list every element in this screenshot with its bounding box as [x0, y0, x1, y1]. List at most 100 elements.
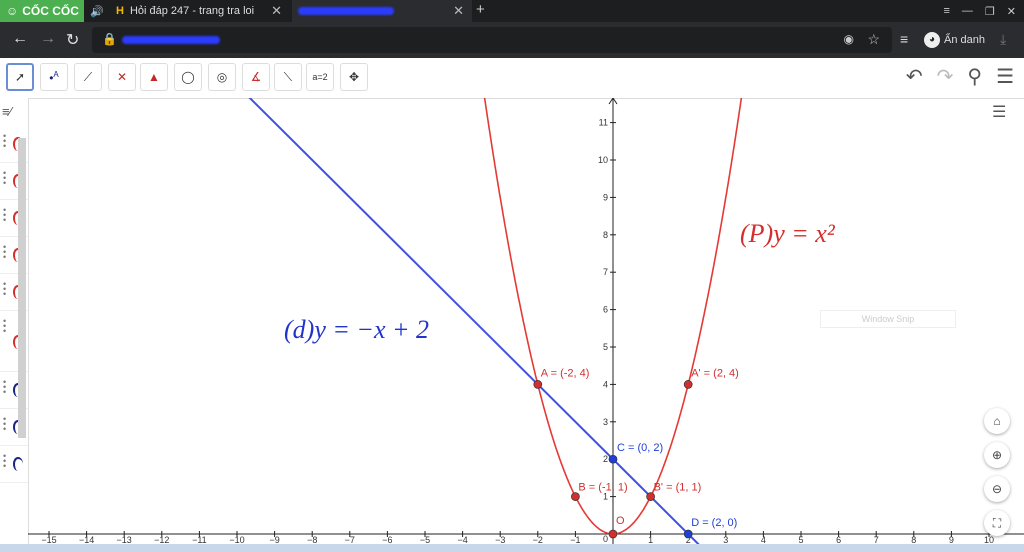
close-icon[interactable]: ✕	[453, 3, 464, 19]
tab-audio[interactable]: 🔊	[86, 0, 108, 22]
close-icon[interactable]: ✕	[271, 3, 282, 19]
y-tick-label: 3	[603, 417, 608, 427]
x-tick-label: −14	[79, 535, 94, 544]
perpendicular-tool-button[interactable]: ✕	[108, 63, 136, 91]
slider-icon: a=2	[312, 72, 328, 82]
geogebra-toolbar: ➚ •A ⟋ ✕ ▲ ◯ ◎ ∡ ⟍ a=2 ✥ ↶ ↷ ⚲ ☰	[0, 58, 1024, 99]
x-tick-label: −2	[533, 535, 543, 544]
zoom-out-button[interactable]: ⊖	[984, 476, 1010, 502]
browser-brand-button[interactable]: ☺ CỐC CỐC	[0, 0, 84, 22]
tab-hoidap247[interactable]: H Hỏi đáp 247 - trang tra loi ✕	[110, 0, 290, 22]
tab-active[interactable]: ✕	[292, 0, 472, 22]
move-arrows-icon: ✥	[348, 70, 360, 84]
x-tick-label: −10	[229, 535, 244, 544]
incognito-badge[interactable]: ◕ Ẩn danh	[924, 28, 988, 52]
drag-handle-icon[interactable]: • • •	[3, 243, 6, 262]
drag-handle-icon[interactable]: • • •	[3, 378, 6, 397]
home-icon: ⌂	[993, 414, 1001, 428]
circle-tool-button[interactable]: ◯	[174, 63, 202, 91]
search-icon[interactable]: ⚲	[967, 64, 982, 89]
point-marker[interactable]	[608, 454, 618, 464]
browser-brand-label: CỐC CỐC	[22, 4, 79, 18]
algebra-row[interactable]: • • •	[0, 446, 28, 483]
y-tick-label: 5	[603, 342, 608, 352]
y-tick-label: 7	[603, 267, 608, 277]
algebra-view: ≡∕ • • • • • • • • • • • • • • • • • • • • • • • • • • •	[0, 98, 29, 552]
fullscreen-icon: ⛶	[992, 515, 1002, 530]
slider-tool-button[interactable]: a=2	[306, 63, 334, 91]
incognito-label: Ẩn danh	[944, 34, 985, 46]
point-marker[interactable]	[533, 380, 543, 389]
x-tick-label: −11	[192, 535, 207, 544]
move-view-tool-button[interactable]: ✥	[340, 63, 368, 91]
point-label: A = (-2, 4)	[541, 367, 590, 379]
conic-tool-button[interactable]: ◎	[208, 63, 236, 91]
redacted-url	[122, 36, 220, 44]
angle-icon: ∡	[250, 70, 262, 84]
point-marker[interactable]	[571, 492, 580, 501]
fullscreen-button[interactable]: ⛶	[984, 510, 1010, 536]
style-bar-toggle-icon[interactable]: ☰	[992, 102, 1018, 126]
incognito-icon: ◕	[924, 32, 940, 48]
url-field[interactable]: 🔒 ◉ ☆	[92, 27, 892, 53]
x-tick-label: −9	[269, 535, 279, 544]
point-label: O	[616, 515, 625, 527]
point-marker[interactable]	[646, 492, 655, 501]
new-tab-icon[interactable]: +	[476, 1, 485, 18]
redacted-title	[298, 7, 394, 15]
point-marker[interactable]	[608, 529, 618, 539]
point-marker[interactable]	[683, 380, 693, 389]
move-tool-button[interactable]: ➚	[6, 63, 34, 91]
playlist-icon[interactable]: ≡	[900, 31, 908, 47]
menu-icon[interactable]: ☰	[996, 64, 1014, 89]
x-tick-label: 6	[836, 535, 841, 544]
x-tick-label: −6	[382, 535, 392, 544]
home-view-button[interactable]: ⌂	[984, 408, 1010, 434]
eye-off-icon[interactable]: ◉	[844, 32, 854, 46]
drag-handle-icon[interactable]: • • •	[3, 206, 6, 225]
angle-tool-button[interactable]: ∡	[242, 63, 270, 91]
drag-handle-icon[interactable]: • • •	[3, 415, 6, 434]
x-tick-label: −15	[41, 535, 56, 544]
reflect-tool-button[interactable]: ⟍	[274, 63, 302, 91]
drag-handle-icon[interactable]: • • •	[3, 280, 6, 299]
polygon-tool-button[interactable]: ▲	[140, 63, 168, 91]
drag-handle-icon[interactable]: • • •	[3, 169, 6, 188]
polygon-icon: ▲	[148, 70, 160, 84]
undo-icon[interactable]: ↶	[906, 64, 923, 89]
download-icon[interactable]: ⤓	[1000, 31, 1006, 48]
line-tool-button[interactable]: ⟋	[74, 63, 102, 91]
maximize-icon[interactable]: ❐	[985, 5, 995, 18]
blue-visibility-icon[interactable]	[13, 457, 23, 471]
x-tick-label: 3	[723, 535, 728, 544]
point-label: A' = (2, 4)	[691, 367, 739, 379]
origin-tick-label: 0	[603, 534, 608, 544]
back-arrow-icon[interactable]: ←	[12, 30, 28, 48]
circle-icon: ◯	[181, 70, 195, 84]
drag-handle-icon[interactable]: • • •	[3, 317, 6, 336]
browser-tab-strip: ☺ CỐC CỐC 🔊 H Hỏi đáp 247 - trang tra lo…	[0, 0, 1024, 22]
tab-search-icon[interactable]: ≡	[943, 5, 949, 17]
reload-icon[interactable]: ↻	[66, 30, 79, 50]
cursor-arrow-icon: ➚	[14, 70, 26, 84]
x-tick-label: −7	[345, 535, 355, 544]
x-tick-label: −13	[117, 535, 132, 544]
point-label: B = (-1, 1)	[578, 482, 627, 494]
line-equation-label: (d)y = −x + 2	[284, 315, 429, 344]
drag-handle-icon[interactable]: • • •	[3, 132, 6, 151]
algebra-scrollbar[interactable]	[18, 138, 26, 438]
algebra-toggle-icon[interactable]: ≡∕	[2, 104, 12, 119]
coccoc-logo-icon: ☺	[6, 4, 19, 18]
zoom-in-button[interactable]: ⊕	[984, 442, 1010, 468]
star-icon[interactable]: ☆	[867, 31, 880, 48]
minimize-icon[interactable]: —	[962, 5, 973, 17]
point-marker[interactable]	[683, 529, 693, 539]
forward-arrow-icon[interactable]: →	[40, 30, 56, 48]
x-tick-label: −5	[420, 535, 430, 544]
drag-handle-icon[interactable]: • • •	[3, 452, 6, 471]
redo-icon[interactable]: ↷	[937, 64, 954, 89]
close-window-icon[interactable]: ✕	[1007, 5, 1016, 18]
y-tick-label: 9	[603, 192, 608, 202]
parabola-equation-label: (P)y = x²	[740, 219, 836, 248]
point-tool-button[interactable]: •A	[40, 63, 68, 91]
